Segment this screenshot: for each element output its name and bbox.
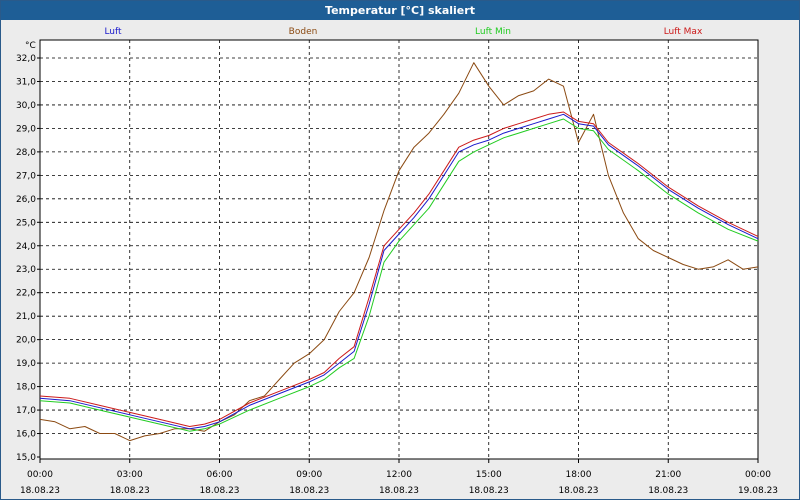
y-tick-label: 26,0 [16, 195, 36, 205]
y-tick-label: 27,0 [16, 171, 36, 181]
x-tick-date: 18.08.23 [289, 486, 329, 496]
legend: Luft Boden Luft Min Luft Max [104, 27, 703, 37]
x-tick-time: 18:00 [566, 470, 592, 480]
x-tick-date: 19.08.23 [738, 486, 778, 496]
y-tick-label: 21,0 [16, 312, 36, 322]
x-tick-date: 18.08.23 [379, 486, 419, 496]
y-axis-ticks: 15,0 16,0 17,0 18,0 19,0 20,0 21,0 22,0 23,0 24,0… [16, 54, 40, 463]
y-tick-label: 29,0 [16, 124, 36, 134]
x-tick-date: 18.08.23 [558, 486, 598, 496]
x-axis-ticks: 00:00 18.08.23 03:00 18.08.23 06:00 18.08.23 0… [20, 459, 778, 496]
x-tick-date: 18.08.23 [469, 486, 509, 496]
legend-entry: Boden [289, 27, 318, 37]
y-tick-label: 24,0 [16, 242, 36, 252]
y-axis-label: °C [25, 41, 36, 51]
legend-entry: Luft [104, 27, 122, 37]
x-tick-date: 18.08.23 [110, 486, 150, 496]
y-tick-label: 23,0 [16, 265, 36, 275]
y-tick-label: 17,0 [16, 406, 36, 416]
x-tick-date: 18.08.23 [648, 486, 688, 496]
legend-entry: Luft Max [664, 27, 703, 37]
y-tick-label: 22,0 [16, 289, 36, 299]
x-tick-time: 12:00 [386, 470, 412, 480]
y-tick-label: 28,0 [16, 148, 36, 158]
x-tick-time: 21:00 [655, 470, 681, 480]
y-tick-label: 30,0 [16, 101, 36, 111]
x-tick-date: 18.08.23 [199, 486, 239, 496]
legend-entry: Luft Min [475, 27, 511, 37]
x-tick-time: 00:00 [745, 470, 771, 480]
y-tick-label: 20,0 [16, 336, 36, 346]
y-tick-label: 15,0 [16, 453, 36, 463]
x-tick-date: 18.08.23 [20, 486, 60, 496]
y-tick-label: 16,0 [16, 430, 36, 440]
x-tick-time: 03:00 [117, 470, 143, 480]
x-tick-time: 06:00 [207, 470, 233, 480]
x-tick-time: 09:00 [296, 470, 322, 480]
y-tick-label: 25,0 [16, 218, 36, 228]
y-tick-label: 18,0 [16, 383, 36, 393]
y-tick-label: 19,0 [16, 359, 36, 369]
x-tick-time: 15:00 [476, 470, 502, 480]
x-tick-time: 00:00 [27, 470, 53, 480]
temperature-chart: 15,0 16,0 17,0 18,0 19,0 20,0 21,0 22,0 23,0 24,0… [16, 27, 778, 496]
y-tick-label: 32,0 [16, 54, 36, 64]
y-tick-label: 31,0 [16, 77, 36, 87]
